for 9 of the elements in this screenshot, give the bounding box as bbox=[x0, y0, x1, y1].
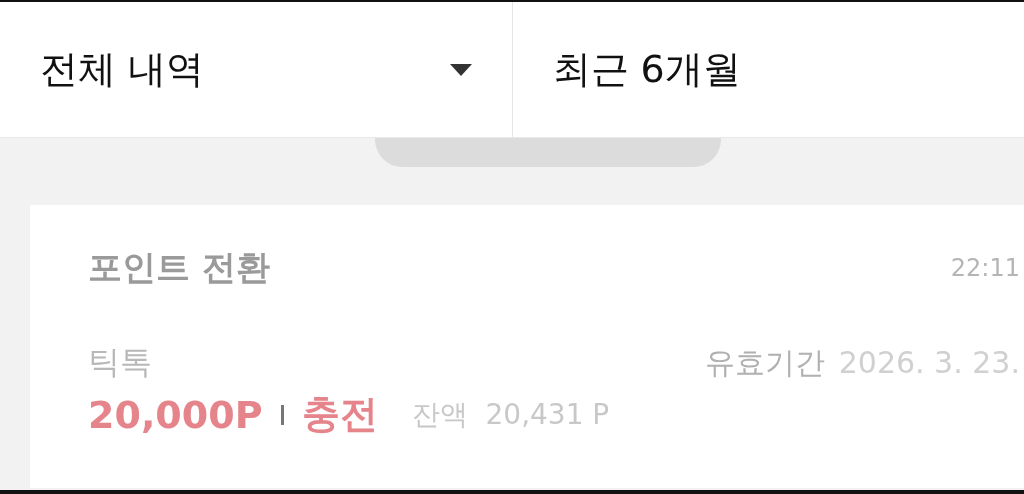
point-amount: 20,000P bbox=[88, 392, 263, 437]
history-type-dropdown[interactable]: 전체 내역 bbox=[0, 2, 512, 137]
transaction-time: 22:11 bbox=[950, 254, 1020, 282]
expiry-label: 유효기간 bbox=[704, 343, 825, 382]
transaction-source: 틱톡 bbox=[88, 342, 152, 383]
transaction-title: 포인트 전환 bbox=[88, 246, 270, 289]
caret-icon bbox=[449, 63, 472, 76]
transaction-type: 충전 bbox=[301, 391, 378, 438]
period-filter[interactable]: 최근 6개월 bbox=[552, 44, 741, 95]
